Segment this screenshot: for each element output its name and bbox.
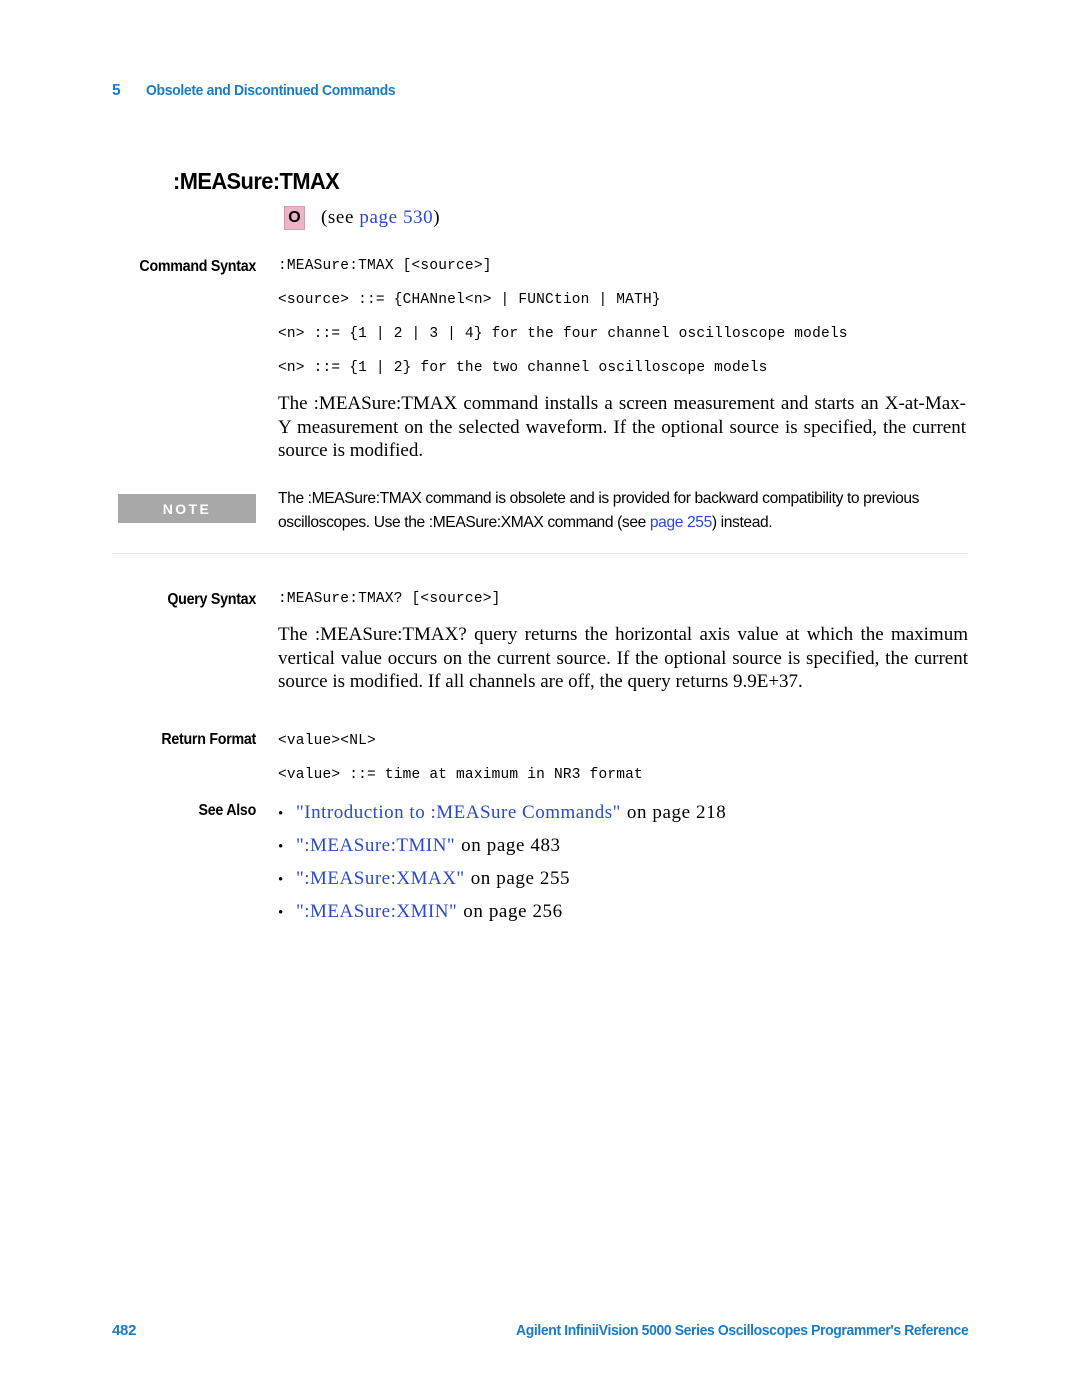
list-item[interactable]: • ":MEASure:XMIN" on page 256: [278, 896, 978, 929]
note-text-after-link: ) instead.: [711, 514, 773, 531]
command-syntax-line-1: :MEASure:TMAX [<source>]: [278, 258, 492, 274]
chapter-number: 5: [112, 82, 121, 99]
document-page: 5 Obsolete and Discontinued Commands :ME…: [0, 0, 1080, 1397]
running-header: 5 Obsolete and Discontinued Commands: [112, 82, 415, 100]
bullet-icon: •: [278, 905, 284, 921]
see-page-reference: (see page 530): [321, 207, 440, 229]
return-format-label: Return Format: [161, 731, 256, 748]
command-syntax-line-4: <n> ::= {1 | 2} for the two channel osci…: [278, 360, 768, 376]
see-prefix-text: (see: [321, 207, 360, 228]
command-syntax-line-2: <source> ::= {CHANnel<n> | FUNCtion | MA…: [278, 292, 661, 308]
bullet-icon: •: [278, 839, 284, 855]
list-item[interactable]: • ":MEASure:XMAX" on page 255: [278, 863, 978, 896]
see-also-page: on page 483: [461, 835, 561, 856]
note-text: The :MEASure:TMAX command is obsolete an…: [278, 487, 970, 535]
query-description: The :MEASure:TMAX? query returns the hor…: [278, 624, 968, 692]
note-text-before-link: The :MEASure:TMAX command is obsolete an…: [278, 490, 920, 531]
note-badge: NOTE: [118, 494, 256, 523]
list-item[interactable]: • ":MEASure:TMIN" on page 483: [278, 830, 978, 863]
return-format-line-2: <value> ::= time at maximum in NR3 forma…: [278, 767, 643, 783]
see-suffix-text: ): [433, 207, 441, 228]
obsolete-badge-icon: O: [284, 206, 305, 230]
return-format-line-1: <value><NL>: [278, 733, 376, 749]
see-also-page: on page 256: [463, 901, 563, 922]
page-title: :MEASure:TMAX: [173, 168, 340, 194]
footer-title: Agilent InfiniiVision 5000 Series Oscill…: [515, 1322, 969, 1339]
query-syntax-line: :MEASure:TMAX? [<source>]: [278, 591, 501, 607]
command-description: The :MEASure:TMAX command installs a scr…: [278, 393, 966, 461]
see-also-link[interactable]: ":MEASure:TMIN": [296, 830, 455, 862]
command-syntax-line-3: <n> ::= {1 | 2 | 3 | 4} for the four cha…: [278, 326, 848, 342]
see-also-link[interactable]: "Introduction to :MEASure Commands": [296, 797, 621, 829]
see-page-link[interactable]: page 530: [359, 207, 433, 228]
chapter-title: Obsolete and Discontinued Commands: [146, 82, 396, 99]
note-page-link[interactable]: page 255: [650, 514, 712, 531]
query-syntax-label: Query Syntax: [167, 591, 256, 608]
bullet-icon: •: [278, 872, 284, 888]
see-also-link[interactable]: ":MEASure:XMIN": [296, 896, 457, 928]
footer-page-number: 482: [112, 1322, 137, 1339]
command-syntax-label: Command Syntax: [139, 258, 256, 275]
bullet-icon: •: [278, 806, 284, 822]
list-item[interactable]: • "Introduction to :MEASure Commands" on…: [278, 797, 978, 830]
see-also-link[interactable]: ":MEASure:XMAX": [296, 863, 465, 895]
see-also-list: • "Introduction to :MEASure Commands" on…: [278, 797, 978, 929]
see-also-page: on page 218: [626, 802, 727, 823]
see-also-page: on page 255: [470, 868, 571, 889]
see-also-label: See Also: [198, 802, 257, 819]
section-divider: [112, 553, 968, 554]
obsolete-indicator-row: O (see page 530): [284, 206, 440, 230]
